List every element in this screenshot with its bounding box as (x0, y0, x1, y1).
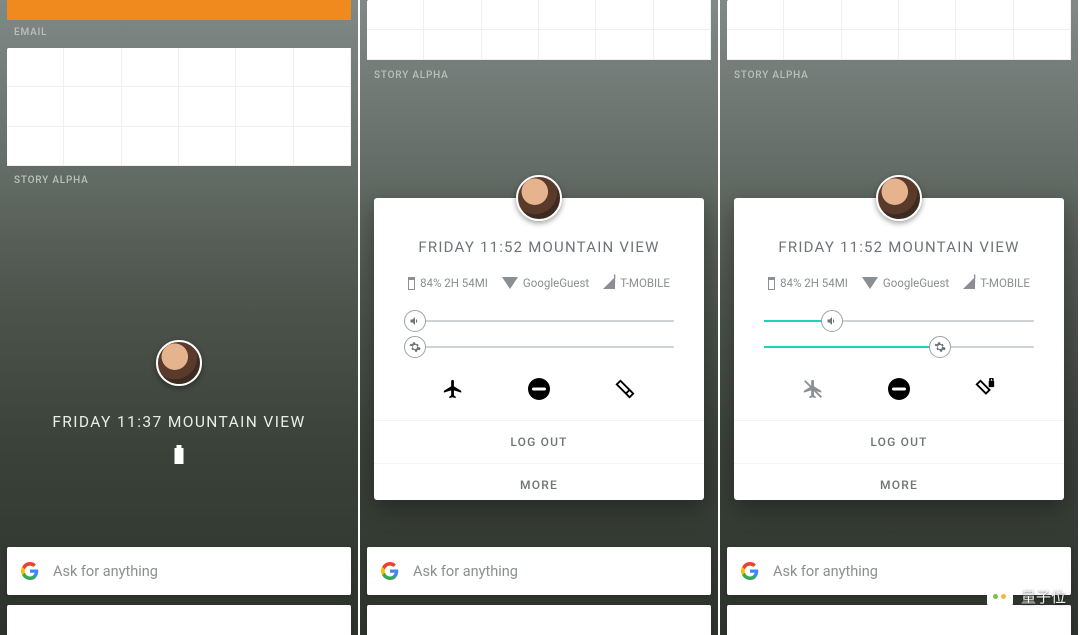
battery-icon (175, 448, 184, 464)
brightness-thumb[interactable] (404, 336, 426, 358)
brightness-slider[interactable] (404, 334, 674, 360)
watermark: 量子位 (987, 585, 1066, 607)
calendar-grid[interactable] (727, 0, 1071, 60)
google-logo-icon (21, 562, 39, 580)
search-bar[interactable]: Ask for anything (367, 547, 711, 595)
cell-signal-icon (603, 277, 615, 289)
email-label: EMAIL (14, 27, 47, 38)
search-placeholder: Ask for anything (773, 563, 878, 580)
volume-slider[interactable] (404, 308, 674, 334)
card-stub[interactable] (727, 605, 1071, 635)
story-label: STORY ALPHA (374, 70, 449, 81)
card-stub[interactable] (7, 605, 351, 635)
airplane-off-icon (802, 378, 824, 400)
volume-icon (409, 315, 421, 327)
google-logo-icon (381, 562, 399, 580)
battery-status[interactable]: 84% 2H 54MI (768, 276, 848, 290)
screen-2: STORY ALPHA FRIDAY 11:52 MOUNTAIN VIEW 8… (360, 0, 720, 635)
search-placeholder: Ask for anything (53, 563, 158, 580)
avatar[interactable] (156, 340, 202, 386)
volume-icon (826, 315, 838, 327)
gear-icon (934, 341, 946, 353)
cell-status[interactable]: T-MOBILE (963, 276, 1030, 290)
wifi-icon (502, 277, 518, 289)
battery-text: 84% 2H 54MI (780, 276, 848, 290)
quick-settings-panel: FRIDAY 11:52 MOUNTAIN VIEW 84% 2H 54MI G… (734, 198, 1064, 500)
story-label: STORY ALPHA (734, 70, 809, 81)
calendar-grid[interactable] (367, 0, 711, 60)
screen-1: EMAIL STORY ALPHA FRIDAY 11:37 MOUNTAIN … (0, 0, 360, 635)
wifi-text: GoogleGuest (883, 276, 949, 290)
dateline: FRIDAY 11:52 MOUNTAIN VIEW (374, 238, 704, 256)
rotate-icon (614, 378, 636, 400)
search-bar[interactable]: Ask for anything (7, 547, 351, 595)
volume-thumb[interactable] (404, 310, 426, 332)
dnd-toggle[interactable] (526, 376, 552, 402)
dateline: FRIDAY 11:52 MOUNTAIN VIEW (734, 238, 1064, 256)
battery-text: 84% 2H 54MI (420, 276, 488, 290)
cell-text: T-MOBILE (620, 276, 670, 290)
status-row: 84% 2H 54MI GoogleGuest T-MOBILE (374, 276, 704, 290)
avatar[interactable] (876, 175, 922, 221)
screen-3: STORY ALPHA FRIDAY 11:52 MOUNTAIN VIEW 8… (720, 0, 1080, 635)
battery-icon (408, 277, 415, 290)
logout-button[interactable]: LOG OUT (734, 420, 1064, 463)
brightness-slider[interactable] (764, 334, 1034, 360)
more-button[interactable]: MORE (734, 463, 1064, 506)
quick-settings-panel: FRIDAY 11:52 MOUNTAIN VIEW 84% 2H 54MI G… (374, 198, 704, 500)
rotate-lock-icon (974, 378, 996, 400)
volume-thumb[interactable] (821, 310, 843, 332)
dnd-icon (888, 378, 910, 400)
airplane-toggle[interactable] (440, 376, 466, 402)
card-stub[interactable] (367, 605, 711, 635)
airplane-toggle[interactable] (800, 376, 826, 402)
dateline: FRIDAY 11:37 MOUNTAIN VIEW (0, 413, 358, 431)
rotate-toggle[interactable] (612, 376, 638, 402)
volume-slider[interactable] (764, 308, 1034, 334)
watermark-text: 量子位 (1021, 586, 1066, 607)
wifi-status[interactable]: GoogleGuest (862, 276, 949, 290)
wifi-text: GoogleGuest (523, 276, 589, 290)
gear-icon (409, 341, 421, 353)
more-button[interactable]: MORE (374, 463, 704, 506)
airplane-icon (442, 378, 464, 400)
email-card[interactable] (7, 0, 351, 20)
rotate-lock-toggle[interactable] (972, 376, 998, 402)
cell-text: T-MOBILE (980, 276, 1030, 290)
logout-button[interactable]: LOG OUT (374, 420, 704, 463)
cell-signal-icon (963, 277, 975, 289)
dnd-toggle[interactable] (886, 376, 912, 402)
battery-status[interactable]: 84% 2H 54MI (408, 276, 488, 290)
search-placeholder: Ask for anything (413, 563, 518, 580)
brightness-thumb[interactable] (929, 336, 951, 358)
story-label: STORY ALPHA (14, 175, 89, 186)
wifi-icon (862, 277, 878, 289)
dnd-icon (528, 378, 550, 400)
wechat-icon (987, 585, 1013, 607)
calendar-grid[interactable] (7, 48, 351, 166)
google-logo-icon (741, 562, 759, 580)
cell-status[interactable]: T-MOBILE (603, 276, 670, 290)
battery-icon (768, 277, 775, 290)
status-row: 84% 2H 54MI GoogleGuest T-MOBILE (734, 276, 1064, 290)
avatar[interactable] (516, 175, 562, 221)
wifi-status[interactable]: GoogleGuest (502, 276, 589, 290)
